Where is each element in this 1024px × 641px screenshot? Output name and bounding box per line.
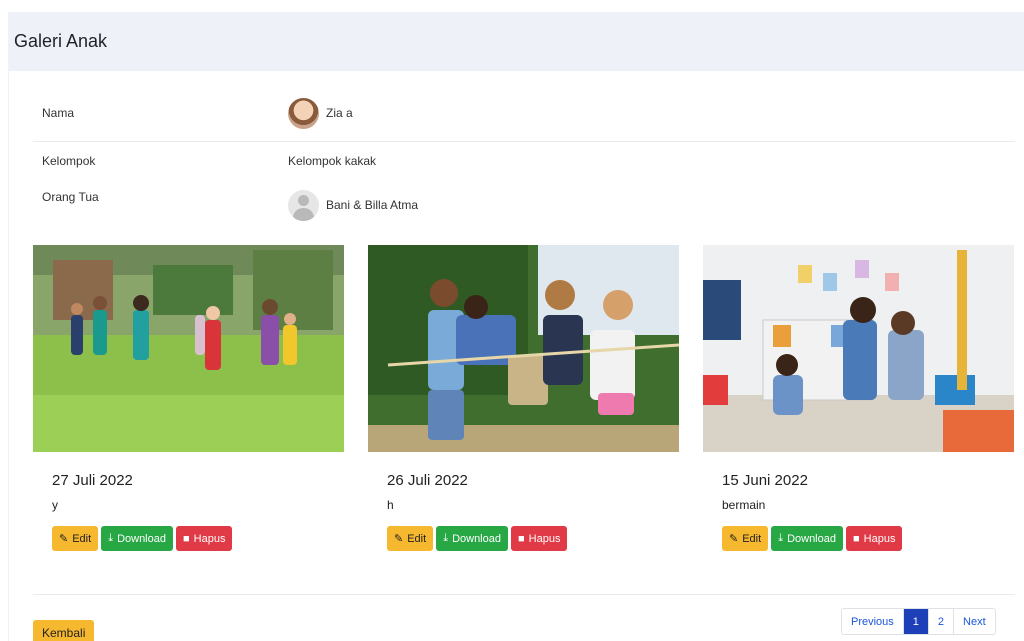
name-value-wrap: Zia a (288, 97, 353, 129)
name-label: Nama (42, 106, 75, 120)
back-button[interactable]: Kembali (33, 620, 95, 641)
gallery-card: 26 Juli 2022 h ✎ Edit ⤓ Download ■ Hapus (368, 245, 679, 555)
group-label: Kelompok (42, 154, 96, 168)
delete-button[interactable]: ■ Hapus (845, 526, 903, 551)
info-row-group: Kelompok Kelompok kakak (33, 151, 1015, 171)
parent-value-wrap: Bani & Billa Atma (288, 189, 419, 221)
gallery-photo[interactable] (33, 245, 344, 452)
main-content: Nama Zia a Kelompok Kelompok kakak Orang… (8, 71, 1024, 641)
page-title: Galeri Anak (14, 31, 108, 51)
photo-caption: h (387, 498, 394, 512)
delete-button[interactable]: ■ Hapus (175, 526, 233, 551)
parent-value: Bani & Billa Atma (326, 198, 419, 212)
delete-label: Hapus (528, 532, 561, 545)
download-label: Download (452, 532, 501, 545)
pagination-next[interactable]: Next (953, 609, 995, 634)
download-icon: ⤓ (778, 532, 784, 544)
page-header: Galeri Anak (8, 12, 1024, 71)
gallery-card: 27 Juli 2022 y ✎ Edit ⤓ Download ■ Hapus (33, 245, 344, 555)
gallery-card: 15 Juni 2022 bermain ✎ Edit ⤓ Download ■… (703, 245, 1014, 555)
delete-button[interactable]: ■ Hapus (510, 526, 568, 551)
pagination: Previous 1 2 Next (841, 608, 996, 635)
edit-icon: ✎ (394, 533, 404, 545)
trash-icon: ■ (182, 532, 190, 545)
gallery-photo[interactable] (703, 245, 1014, 452)
divider (33, 594, 1015, 595)
info-row-parent: Orang Tua Bani & Billa Atma (33, 189, 1015, 221)
child-avatar (288, 97, 319, 129)
edit-label: Edit (742, 532, 762, 545)
delete-label: Hapus (863, 532, 896, 545)
download-label: Download (117, 532, 166, 545)
edit-label: Edit (407, 532, 427, 545)
download-label: Download (787, 532, 836, 545)
group-value: Kelompok kakak (288, 154, 377, 168)
edit-icon: ✎ (729, 533, 739, 545)
top-strip (0, 0, 1024, 12)
edit-icon: ✎ (59, 533, 69, 545)
download-button[interactable]: ⤓ Download (436, 526, 508, 551)
photo-actions: ✎ Edit ⤓ Download ■ Hapus (722, 526, 903, 551)
parent-avatar (288, 189, 319, 221)
parent-label: Orang Tua (42, 190, 99, 204)
divider (33, 141, 1015, 142)
edit-button[interactable]: ✎ Edit (387, 526, 434, 551)
edit-button[interactable]: ✎ Edit (52, 526, 99, 551)
pagination-previous[interactable]: Previous (842, 609, 903, 634)
download-button[interactable]: ⤓ Download (771, 526, 843, 551)
photo-date: 15 Juni 2022 (722, 472, 808, 489)
download-icon: ⤓ (108, 532, 114, 544)
delete-label: Hapus (193, 532, 226, 545)
pagination-page-2[interactable]: 2 (927, 609, 954, 634)
download-button[interactable]: ⤓ Download (101, 526, 173, 551)
info-row-name: Nama Zia a (33, 93, 1015, 133)
edit-label: Edit (72, 532, 92, 545)
photo-caption: y (52, 498, 58, 512)
trash-icon: ■ (852, 532, 860, 545)
photo-actions: ✎ Edit ⤓ Download ■ Hapus (52, 526, 233, 551)
gallery-photo[interactable] (368, 245, 679, 452)
name-value: Zia a (326, 106, 353, 120)
trash-icon: ■ (517, 532, 525, 545)
pagination-page-1[interactable]: 1 (902, 609, 928, 634)
photo-date: 26 Juli 2022 (387, 472, 468, 489)
edit-button[interactable]: ✎ Edit (722, 526, 769, 551)
download-icon: ⤓ (443, 532, 449, 544)
photo-date: 27 Juli 2022 (52, 472, 133, 489)
photo-actions: ✎ Edit ⤓ Download ■ Hapus (387, 526, 568, 551)
photo-caption: bermain (722, 498, 766, 512)
